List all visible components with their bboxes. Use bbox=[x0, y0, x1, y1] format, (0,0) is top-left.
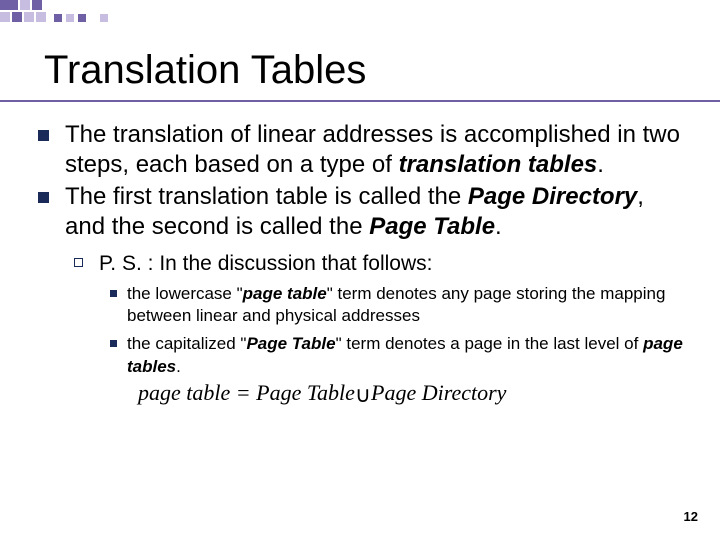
small-square-bullet-icon bbox=[110, 340, 117, 347]
text: . bbox=[495, 213, 502, 240]
emphasis: Page Table bbox=[369, 213, 495, 240]
small-square-bullet-icon bbox=[110, 290, 117, 297]
hollow-square-bullet-icon bbox=[74, 258, 83, 267]
page-number: 12 bbox=[684, 509, 698, 524]
sub-sub-1-text: the lowercase "page table" term denotes … bbox=[127, 283, 690, 327]
emphasis: Page Table bbox=[246, 334, 335, 353]
text: The first translation table is called th… bbox=[65, 183, 468, 210]
eq-sign: = bbox=[230, 380, 256, 405]
emphasis: translation tables bbox=[399, 151, 598, 178]
sub-bullet-ps: P. S. : In the discussion that follows: bbox=[74, 250, 690, 277]
emphasis: Page Directory bbox=[468, 183, 637, 210]
text: . bbox=[176, 357, 181, 376]
text: the capitalized " bbox=[127, 334, 246, 353]
ps-text: P. S. : In the discussion that follows: bbox=[99, 250, 432, 277]
eq-lhs: page table bbox=[138, 380, 230, 405]
content-area: The translation of linear addresses is a… bbox=[38, 120, 690, 406]
text: the lowercase " bbox=[127, 284, 243, 303]
title-underline bbox=[0, 100, 720, 102]
text: . bbox=[597, 151, 604, 178]
sub-sub-bullet-2: the capitalized "Page Table" term denote… bbox=[110, 333, 690, 377]
eq-r2: Page Directory bbox=[371, 380, 506, 405]
bullet-1-text: The translation of linear addresses is a… bbox=[65, 120, 690, 180]
square-bullet-icon bbox=[38, 130, 49, 141]
sub-sub-bullet-1: the lowercase "page table" term denotes … bbox=[110, 283, 690, 327]
bullet-1: The translation of linear addresses is a… bbox=[38, 120, 690, 180]
union-symbol: ∪ bbox=[355, 382, 371, 408]
sub-sub-2-text: the capitalized "Page Table" term denote… bbox=[127, 333, 690, 377]
slide-title: Translation Tables bbox=[44, 48, 366, 93]
bullet-2: The first translation table is called th… bbox=[38, 182, 690, 242]
ps-label: P. S. : bbox=[99, 252, 153, 275]
square-bullet-icon bbox=[38, 192, 49, 203]
equation: page table = Page Table ∪ Page Directory bbox=[138, 380, 690, 406]
bullet-2-text: The first translation table is called th… bbox=[65, 182, 690, 242]
emphasis: page table bbox=[243, 284, 327, 303]
text: In the discussion that follows: bbox=[153, 252, 432, 275]
text: " term denotes a page in the last level … bbox=[336, 334, 644, 353]
eq-r1: Page Table bbox=[256, 380, 355, 405]
